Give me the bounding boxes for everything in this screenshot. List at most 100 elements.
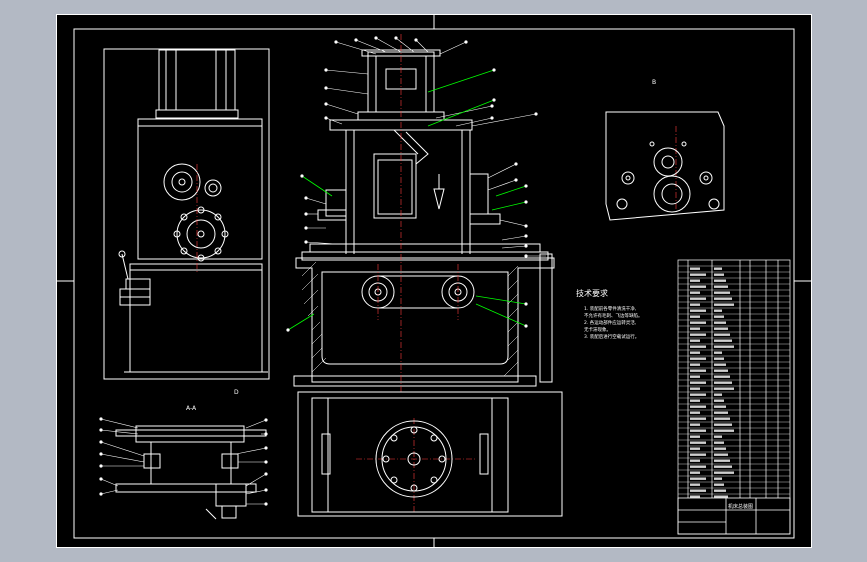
- parts-row-text: [690, 345, 706, 348]
- section-aa-view: [115, 425, 267, 520]
- parts-row-text: [690, 405, 706, 408]
- parts-row-text: [714, 333, 730, 336]
- parts-row-text: [690, 363, 700, 366]
- parts-row-text: [690, 417, 706, 420]
- left-head-box: [137, 118, 263, 260]
- parts-row-text: [714, 327, 728, 330]
- left-view-mark: D: [234, 389, 239, 396]
- parts-row-text: [690, 297, 706, 300]
- parts-row-text: [690, 339, 700, 342]
- parts-row-text: [714, 423, 732, 426]
- notes-line-5: 3. 装配后进行空载试运行。: [584, 333, 639, 340]
- notes-line-1: 1. 装配前各零件清洗干净,: [584, 305, 636, 312]
- parts-row-text: [714, 429, 734, 432]
- parts-row-text: [714, 345, 734, 348]
- parts-row-text: [714, 267, 722, 270]
- parts-row-text: [690, 423, 700, 426]
- part-balloons: [99, 36, 538, 506]
- parts-row-text: [714, 399, 724, 402]
- parts-row-text: [690, 315, 700, 318]
- section-aa-title: A-A: [186, 405, 197, 412]
- parts-row-text: [714, 375, 730, 378]
- parts-row-text: [690, 411, 700, 414]
- parts-row-text: [690, 291, 700, 294]
- green-leaders: [287, 69, 527, 331]
- parts-row-text: [714, 405, 726, 408]
- parts-row-text: [690, 453, 706, 456]
- parts-row-text: [714, 303, 734, 306]
- technical-notes: 技术要求 1. 装配前各零件清洗干净, 不允许有毛刺、飞边等缺陷。 2. 各运动…: [576, 288, 643, 340]
- parts-row-text: [690, 279, 700, 282]
- parts-row-text: [714, 285, 728, 288]
- parts-row-text: [690, 351, 700, 354]
- parts-row-text: [714, 477, 722, 480]
- parts-row-text: [690, 273, 706, 276]
- parts-list: [677, 259, 791, 535]
- parts-row-text: [714, 447, 726, 450]
- parts-row-text: [690, 381, 706, 384]
- parts-row-text: [714, 279, 726, 282]
- front-view: [293, 49, 555, 387]
- parts-row-text: [690, 285, 706, 288]
- parts-row-text: [714, 489, 726, 492]
- parts-row-text: [714, 351, 722, 354]
- parts-row-text: [690, 375, 700, 378]
- parts-row-text: [690, 309, 706, 312]
- parts-row-text: [714, 321, 726, 324]
- parts-row-text: [714, 495, 728, 498]
- parts-row-text: [690, 327, 700, 330]
- parts-row-text: [714, 291, 730, 294]
- parts-row-text: [714, 309, 722, 312]
- parts-row-text: [690, 357, 706, 360]
- parts-row-text: [714, 369, 728, 372]
- parts-row-text: [714, 465, 732, 468]
- parts-row-text: [714, 381, 732, 384]
- parts-row-text: [714, 297, 732, 300]
- cad-viewport[interactable]: D A-A B 技术要求 1. 装配前各零件清洗干净, 不允许有毛刺、飞边等缺陷…: [56, 14, 812, 548]
- parts-row-text: [690, 441, 706, 444]
- parts-row-text: [690, 333, 706, 336]
- parts-row-text: [714, 363, 726, 366]
- parts-row-text: [690, 321, 706, 324]
- base-casting: [295, 257, 555, 383]
- detail-b-title: B: [652, 79, 656, 86]
- parts-row-text: [690, 303, 700, 306]
- notes-line-2: 不允许有毛刺、飞边等缺陷。: [584, 312, 643, 319]
- left-view-bounding-line: [103, 48, 270, 380]
- left-bolt-circle: [173, 206, 229, 262]
- notes-heading: 技术要求: [576, 288, 608, 298]
- parts-row-text: [690, 483, 700, 486]
- parts-row-text: [690, 489, 706, 492]
- parts-row-text: [690, 471, 700, 474]
- top-view: [297, 391, 563, 517]
- left-view: [103, 48, 270, 380]
- parts-row-text: [714, 393, 722, 396]
- section-aa-leaders: [100, 418, 267, 505]
- parts-row-text: [714, 315, 724, 318]
- parts-row-text: [690, 267, 700, 270]
- notes-line-4: 无卡滞现象。: [584, 326, 611, 333]
- parts-row-text: [690, 447, 700, 450]
- parts-row-text: [714, 483, 724, 486]
- parts-row-text: [690, 429, 706, 432]
- parts-row-text: [714, 357, 724, 360]
- parts-row-text: [714, 471, 734, 474]
- parts-row-text: [714, 441, 724, 444]
- parts-row-text: [714, 453, 728, 456]
- cad-drawing: D A-A B 技术要求 1. 装配前各零件清洗干净, 不允许有毛刺、飞边等缺陷…: [56, 14, 812, 548]
- parts-row-text: [690, 477, 706, 480]
- parts-row-text: [714, 459, 730, 462]
- title-block-name: 机床总装图: [728, 503, 753, 510]
- parts-row-text: [714, 387, 734, 390]
- parts-row-text: [714, 435, 722, 438]
- parts-row-text: [690, 369, 706, 372]
- parts-row-text: [690, 465, 706, 468]
- parts-row-text: [690, 393, 706, 396]
- parts-row-text: [714, 339, 732, 342]
- parts-row-text: [690, 387, 700, 390]
- parts-row-text: [690, 495, 700, 498]
- parts-row-text: [714, 417, 730, 420]
- detail-b-view: [605, 111, 725, 221]
- notes-line-3: 2. 各运动部件应运转灵活,: [584, 319, 636, 326]
- parts-row-text: [690, 435, 700, 438]
